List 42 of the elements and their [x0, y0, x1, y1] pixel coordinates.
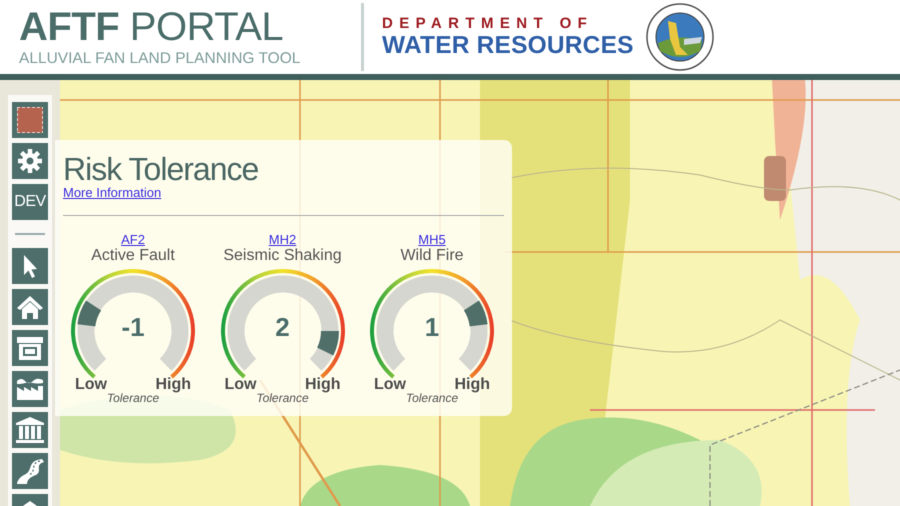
hazard-name: Seismic Shaking [223, 247, 342, 265]
area-select-button[interactable] [12, 102, 48, 138]
pointer-icon [24, 254, 36, 278]
low-label: Low [374, 378, 406, 391]
hazard-code-link[interactable]: MH5 [418, 233, 446, 247]
area-select-icon [17, 107, 43, 133]
road-button[interactable] [12, 453, 48, 489]
tolerance-caption: Tolerance [256, 391, 309, 405]
factory-button[interactable] [12, 371, 48, 407]
tolerance-caption: Tolerance [106, 391, 160, 405]
more-information-link[interactable]: More Information [63, 186, 162, 200]
seal-icon [646, 3, 714, 71]
low-label: Low [224, 378, 256, 391]
hazard-name: Wild Fire [400, 247, 464, 265]
storefront-button[interactable] [12, 330, 48, 366]
storefront-icon [17, 336, 43, 360]
panel-title: Risk Tolerance [63, 152, 258, 186]
hazard-name: Active Fault [91, 247, 175, 265]
tolerance-value: 1 [424, 313, 440, 341]
high-label: High [304, 378, 340, 391]
tolerance-value: -1 [120, 313, 146, 341]
dev-button[interactable]: DEV [12, 184, 48, 220]
road-icon [16, 458, 44, 484]
agency-name: WATER RESOURCES [382, 33, 634, 59]
agency-name: DEPARTMENT OF [382, 15, 594, 33]
pointer-button[interactable] [12, 248, 48, 284]
high-label: High [155, 378, 191, 391]
settings-icon [18, 149, 42, 173]
portal-title: AFTF PORTAL [19, 6, 284, 46]
low-label: Low [75, 378, 107, 391]
tolerance-value: 2 [274, 313, 291, 341]
building-button[interactable] [12, 412, 48, 448]
portal-subtitle: ALLUVIAL FAN LAND PLANNING TOOL [19, 50, 302, 68]
settings-button[interactable] [12, 143, 48, 179]
building-icon [16, 417, 44, 443]
house-icon [17, 296, 43, 318]
tolerance-caption: Tolerance [406, 391, 458, 405]
hazard-code-link[interactable]: MH2 [268, 233, 296, 247]
factory-icon [17, 378, 43, 400]
high-label: High [454, 378, 490, 391]
hazard-code-link[interactable]: AF2 [121, 233, 145, 247]
house-button[interactable] [12, 289, 48, 325]
